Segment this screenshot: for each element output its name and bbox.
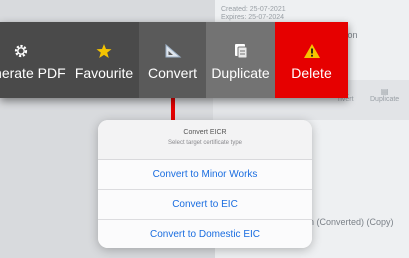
star-icon (96, 40, 112, 62)
duplicate-button[interactable]: Duplicate (206, 22, 275, 98)
delete-button[interactable]: Delete (275, 22, 348, 98)
generate-pdf-button[interactable]: Generate PDF (0, 22, 69, 98)
copy-document-icon (233, 40, 249, 62)
convert-to-minor-works-option[interactable]: Convert to Minor Works (98, 160, 312, 190)
gear-icon (13, 40, 29, 62)
convert-action-sheet: Convert EICR Select target certificate t… (98, 120, 312, 248)
delete-label: Delete (291, 64, 332, 81)
action-sheet-title: Convert EICR (183, 129, 227, 136)
action-sheet-header: Convert EICR Select target certificate t… (98, 120, 312, 160)
favourite-label: Favourite (74, 64, 134, 81)
duplicate-label: Duplicate (211, 64, 270, 81)
background-expiry-date: Expires: 25-07-2024 (221, 14, 285, 21)
ruler-triangle-icon (164, 40, 182, 62)
convert-to-domestic-eic-option[interactable]: Convert to Domestic EIC (98, 220, 312, 248)
background-converted-title: n (Converted) (Copy) (309, 217, 394, 227)
action-sheet-subtitle: Select target certificate type (167, 140, 243, 146)
background-duplicate-action: ▤ Duplicate (370, 87, 400, 103)
favourite-button[interactable]: Favourite (69, 22, 139, 98)
convert-button[interactable]: Convert (139, 22, 206, 98)
warning-icon (303, 40, 321, 62)
swipe-action-bar: Generate PDF Favourite Convert D (0, 22, 348, 98)
background-certificate-dates: Created: 25-07-2021 Expires: 25-07-2024 (221, 6, 286, 22)
convert-label: Convert (147, 64, 198, 81)
generate-pdf-label: Generate PDF (0, 64, 66, 81)
convert-to-eic-option[interactable]: Convert to EIC (98, 190, 312, 220)
background-copy-icon: ▤ (380, 87, 389, 96)
background-created-date: Created: 25-07-2021 (221, 6, 286, 13)
